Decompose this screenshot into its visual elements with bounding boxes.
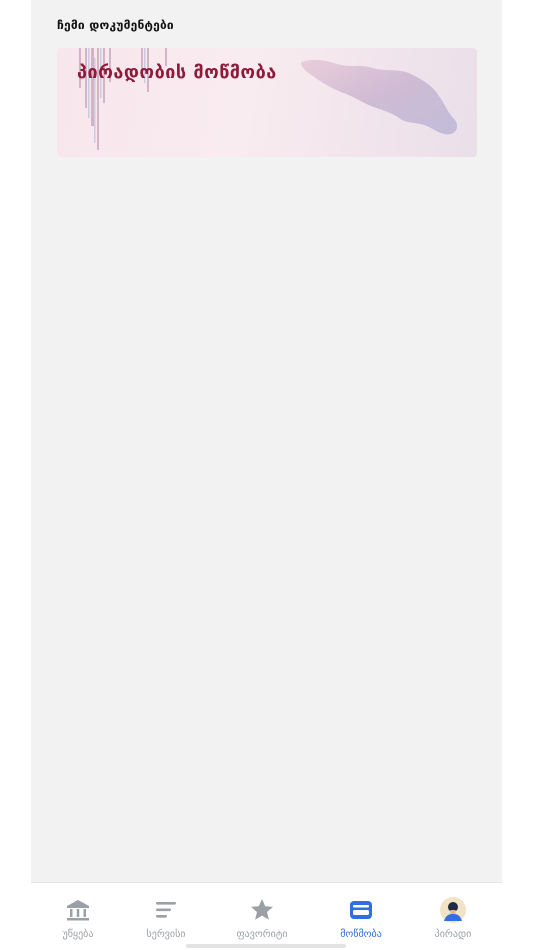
tab-service-label: სერვისი	[146, 929, 186, 940]
home-indicator	[186, 944, 346, 948]
tab-favorite-label: ფავორიტი	[236, 929, 288, 940]
bank-icon	[67, 900, 89, 921]
tab-certificate[interactable]: მოწმობა	[314, 883, 408, 950]
tab-personal[interactable]: პირადი	[406, 883, 500, 950]
tab-agency-label: უწყება	[62, 929, 94, 940]
tab-service[interactable]: სერვისი	[119, 883, 213, 950]
app-screen: ჩემი დოკუმენტები პირადობის მოწმობა უწყებ…	[31, 0, 502, 950]
star-icon	[251, 899, 273, 920]
tab-favorite[interactable]: ფავორიტი	[215, 883, 309, 950]
tab-personal-label: პირადი	[434, 929, 472, 940]
list-icon	[156, 902, 176, 918]
id-card-document[interactable]: პირადობის მოწმობა	[57, 48, 477, 157]
tab-agency[interactable]: უწყება	[31, 883, 125, 950]
georgia-map-icon	[301, 59, 458, 135]
bottom-tab-bar: უწყება სერვისი ფავორიტი მოწმობა პირადი	[31, 882, 502, 950]
id-card-icon	[350, 901, 372, 919]
avatar-icon	[440, 897, 466, 923]
tab-certificate-label: მოწმობა	[340, 929, 382, 940]
section-title: ჩემი დოკუმენტები	[57, 18, 174, 32]
card-title: პირადობის მოწმობა	[77, 62, 277, 83]
